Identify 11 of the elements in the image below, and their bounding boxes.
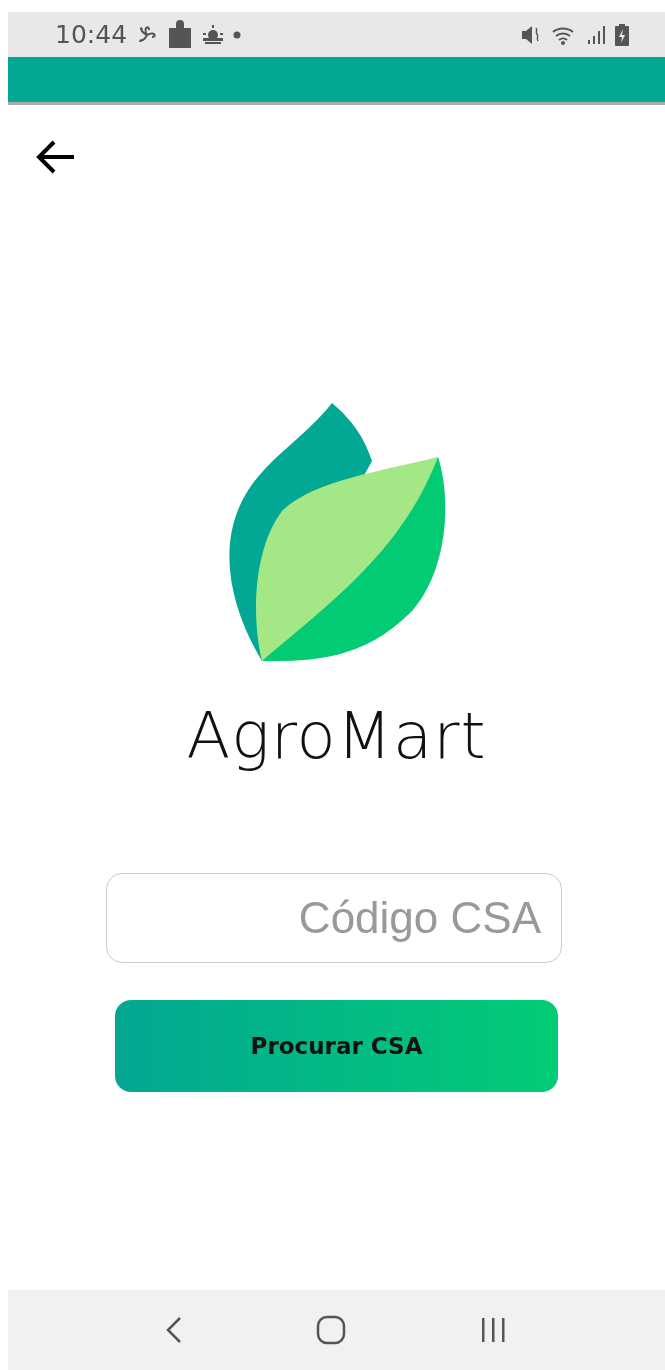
battery-icon (615, 23, 629, 46)
signal-icon (587, 24, 607, 45)
home-nav-icon[interactable] (316, 1315, 347, 1345)
back-nav-icon[interactable] (164, 1316, 183, 1344)
sunrise-icon (201, 24, 226, 45)
search-button[interactable]: Procurar CSA (115, 1000, 558, 1092)
code-input-field[interactable]: Código CSA (106, 873, 562, 963)
app-name: AgroMart (186, 699, 487, 773)
dot-icon (233, 30, 242, 39)
status-time: 10:44 (55, 20, 128, 49)
puzzle-icon (167, 19, 194, 50)
